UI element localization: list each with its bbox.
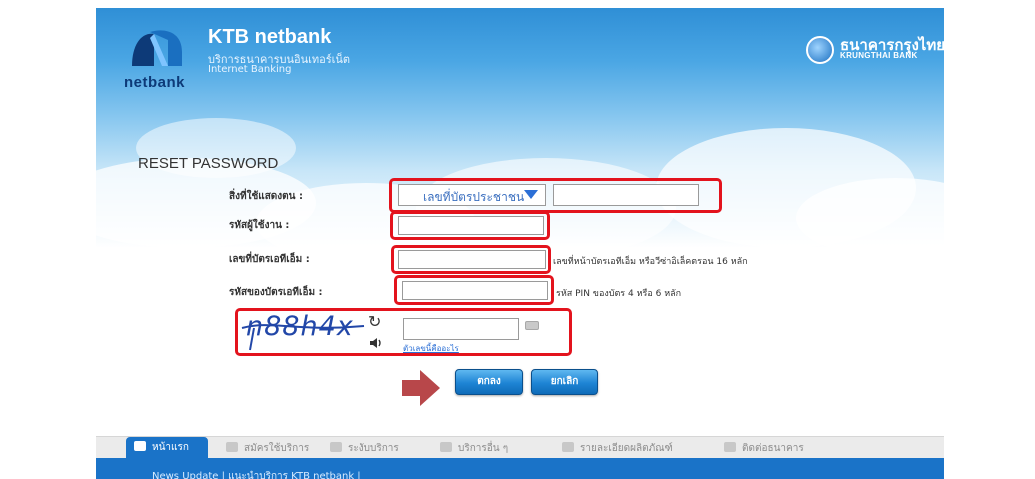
grid-icon	[440, 442, 452, 452]
netbank-logo-icon	[132, 30, 182, 66]
user-icon	[330, 442, 342, 452]
brand-subtitle-english: Internet Banking	[208, 64, 292, 75]
logo-text: netbank	[124, 74, 186, 91]
krungthai-emblem-icon	[806, 36, 834, 64]
highlight-atm-pin	[394, 275, 554, 305]
mail-icon	[724, 442, 736, 452]
home-icon	[134, 441, 146, 451]
footer-links[interactable]: News Update | แนะนำบริการ KTB netbank |	[152, 469, 361, 479]
nav-home[interactable]: หน้าแรก	[126, 437, 208, 458]
nav-suspend[interactable]: ระงับบริการ	[330, 441, 399, 457]
highlight-captcha	[235, 308, 572, 356]
atm-pin-hint: รหัส PIN ของบัตร 4 หรือ 6 หลัก	[556, 289, 682, 299]
product-icon	[562, 442, 574, 452]
id-type-label: สิ่งที่ใช้แสดงตน :	[229, 191, 303, 202]
nav-suspend-label: ระงับบริการ	[348, 443, 399, 454]
pointer-arrow-icon	[402, 370, 440, 406]
page-title: RESET PASSWORD	[138, 155, 279, 172]
ok-button[interactable]: ตกลง	[455, 369, 523, 395]
highlight-atm-card	[391, 245, 551, 274]
nav-contact-label: ติดต่อธนาคาร	[742, 443, 804, 454]
highlight-id-row	[389, 178, 722, 213]
browser-page: netbank KTB netbank บริการธนาคารบนอินเทอ…	[0, 0, 1035, 479]
cancel-button[interactable]: ยกเลิก	[531, 369, 598, 395]
nav-contact[interactable]: ติดต่อธนาคาร	[724, 441, 804, 457]
nav-register-label: สมัครใช้บริการ	[244, 443, 310, 454]
highlight-username	[390, 211, 550, 240]
atm-pin-label: รหัสของบัตรเอทีเอ็ม :	[229, 287, 323, 298]
nav-register[interactable]: สมัครใช้บริการ	[226, 441, 309, 457]
atm-card-hint: เลขที่หน้าบัตรเอทีเอ็ม หรือวีซ่าอิเล็คตร…	[553, 257, 748, 267]
nav-products-label: รายละเอียดผลิตภัณฑ์	[580, 443, 673, 454]
nav-products[interactable]: รายละเอียดผลิตภัณฑ์	[562, 441, 673, 457]
nav-other-services[interactable]: บริการอื่น ๆ	[440, 441, 508, 457]
username-label: รหัสผู้ใช้งาน :	[229, 220, 290, 231]
user-add-icon	[226, 442, 238, 452]
atm-card-label: เลขที่บัตรเอทีเอ็ม :	[229, 254, 310, 265]
bank-name-english: KRUNGTHAI BANK	[840, 51, 918, 60]
brand-title: KTB netbank	[208, 26, 332, 48]
nav-home-label: หน้าแรก	[152, 442, 189, 453]
nav-other-services-label: บริการอื่น ๆ	[458, 443, 509, 454]
bottom-nav-bar	[96, 436, 944, 458]
